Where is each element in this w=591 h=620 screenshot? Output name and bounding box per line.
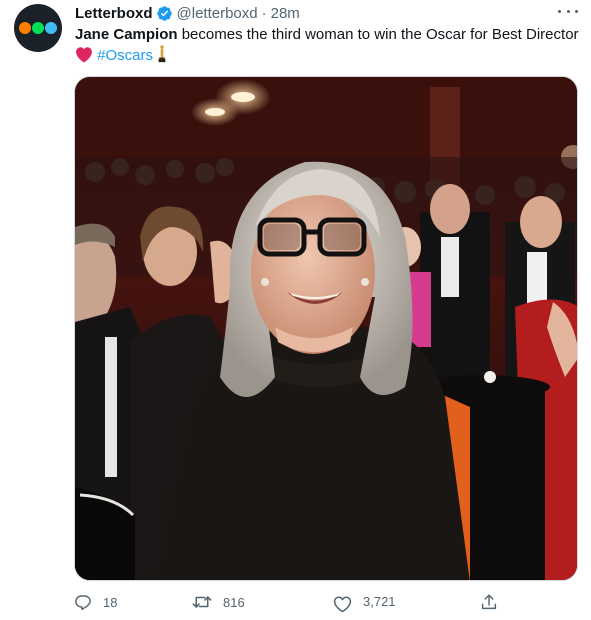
- hashtag-link[interactable]: #Oscars: [97, 47, 153, 64]
- tweet-timestamp[interactable]: 28m: [271, 5, 300, 22]
- reply-count: 18: [103, 594, 118, 610]
- tweet-text-bold: Jane Campion: [75, 26, 178, 43]
- retweet-count: 816: [223, 594, 245, 610]
- avatar-orange-dot: [19, 22, 31, 34]
- avatar-green-dot: [32, 22, 44, 34]
- more-options-icon[interactable]: [558, 6, 578, 16]
- reply-button[interactable]: 18: [74, 593, 117, 611]
- retweet-icon: [192, 593, 212, 611]
- like-button[interactable]: 3,721: [333, 589, 396, 613]
- share-button[interactable]: [480, 593, 498, 611]
- tweet-actions: 18 816 3,721: [74, 593, 514, 615]
- verified-badge-icon: [156, 5, 173, 22]
- tweet-text-body: becomes the third woman to win the Oscar…: [177, 26, 579, 43]
- red-heart-icon: [75, 46, 93, 69]
- reply-icon: [74, 593, 92, 611]
- tweet-text: Jane Campion becomes the third woman to …: [75, 25, 583, 69]
- tweet-photo[interactable]: [74, 76, 578, 581]
- share-icon: [480, 593, 498, 611]
- like-count: 3,721: [363, 593, 396, 609]
- author-display-name[interactable]: Letterboxd: [75, 5, 153, 22]
- oscar-statuette-icon: [157, 45, 167, 69]
- tweet[interactable]: Letterboxd @letterboxd · 28m Jane Campio…: [0, 0, 591, 620]
- header-separator: ·: [261, 4, 267, 22]
- avatar-blue-dot: [45, 22, 57, 34]
- tweet-header: Letterboxd @letterboxd · 28m: [75, 3, 300, 23]
- author-handle[interactable]: @letterboxd: [177, 5, 258, 22]
- retweet-button[interactable]: 816: [192, 593, 245, 611]
- author-avatar[interactable]: [14, 4, 62, 52]
- like-heart-icon: [333, 595, 352, 613]
